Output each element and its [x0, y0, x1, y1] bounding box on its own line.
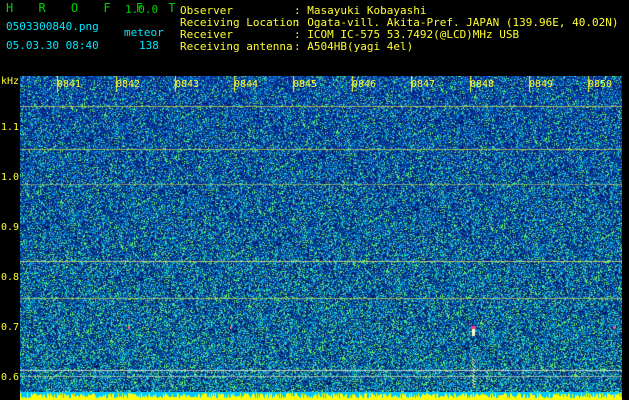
- mode-label: meteor: [124, 26, 164, 39]
- y-axis-unit: kHz: [1, 76, 20, 87]
- x-tick-label: 0848: [470, 79, 495, 90]
- info-label-antenna: Receiving antenna: [180, 40, 293, 53]
- x-tick-label: 0843: [175, 79, 200, 90]
- info-value-antenna: : A504HB(yagi 4el): [294, 40, 414, 53]
- x-tick-label: 0846: [352, 79, 377, 90]
- x-tick-label: 0845: [293, 79, 318, 90]
- x-tick-label: 0850: [588, 79, 613, 90]
- event-count: 138: [139, 39, 159, 52]
- y-tick-label: 0.9: [1, 222, 20, 233]
- y-tick-label: 0.7: [1, 322, 20, 333]
- x-tick-label: 0847: [411, 79, 436, 90]
- x-tick-label: 0844: [234, 79, 259, 90]
- signal-baseline-strip: [20, 392, 622, 400]
- header-panel: H R O F F T 1.0.0 0503300840.png meteor …: [0, 0, 629, 72]
- x-tick-label: 0842: [116, 79, 141, 90]
- date-time: 05.03.30 08:40: [6, 39, 99, 52]
- file-name: 0503300840.png: [6, 20, 99, 33]
- app-version: 1.0.0: [125, 3, 159, 16]
- x-tick-label: 0841: [57, 79, 82, 90]
- x-tick-label: 0849: [529, 79, 554, 90]
- y-tick-label: 1.1: [1, 122, 20, 133]
- y-tick-label: 0.6: [1, 372, 20, 383]
- spectrogram-canvas: [20, 76, 622, 392]
- y-tick-label: 0.8: [1, 272, 20, 283]
- y-tick-label: 1.0: [1, 172, 20, 183]
